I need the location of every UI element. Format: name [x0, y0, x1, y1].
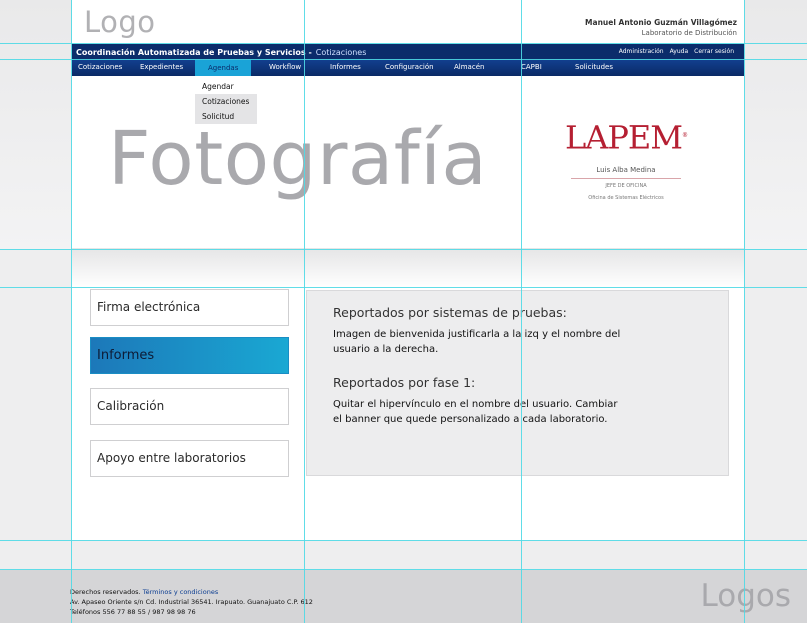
footer-address: Av. Apaseo Oriente s/n Cd. Industrial 36…: [70, 598, 313, 606]
sidebar-item-firma-electronica[interactable]: Firma electrónica: [90, 289, 289, 326]
menu-item-almacen[interactable]: Almacén: [454, 63, 484, 71]
content-panel: Reportados por sistemas de pruebas: Imag…: [306, 290, 729, 476]
app-title: Coordinación Automatizada de Pruebas y S…: [76, 47, 312, 57]
admin-link[interactable]: Administración: [619, 48, 664, 55]
menu-item-agendas[interactable]: Agendas: [195, 60, 252, 76]
menu-item-expedientes[interactable]: Expedientes: [140, 63, 183, 71]
header-shadow: [72, 248, 744, 288]
guide-line: [0, 249, 807, 250]
user-lab: Laboratorio de Distribución: [641, 29, 737, 37]
footer-logos-placeholder: Logos: [700, 578, 792, 614]
guide-line: [0, 569, 807, 570]
menu-item-cotizaciones[interactable]: Cotizaciones: [78, 63, 122, 71]
lapem-logo-text: LAPEM: [564, 118, 683, 157]
footer-phones: Teléfonos 556 77 88 55 / 987 98 98 76: [70, 608, 196, 616]
menu-item-informes[interactable]: Informes: [330, 63, 361, 71]
breadcrumb[interactable]: Cotizaciones: [316, 48, 367, 57]
business-card: LAPEM® Luis Alba Medina JEFE DE OFICINA …: [560, 118, 692, 201]
card-role: JEFE DE OFICINA: [605, 182, 647, 189]
dropdown-item-cotizaciones[interactable]: Cotizaciones: [195, 94, 257, 109]
guide-line: [521, 0, 522, 623]
guide-line: [304, 0, 305, 623]
card-name: Luis Alba Medina: [596, 165, 656, 174]
guide-line: [0, 43, 807, 44]
user-name: Manuel Antonio Guzmán Villagómez: [585, 18, 737, 27]
top-links: Administración Ayuda Cerrar sesión: [619, 48, 734, 55]
card-divider: [571, 177, 681, 179]
terms-link[interactable]: Términos y condiciones: [143, 588, 219, 596]
section1-body: Imagen de bienvenida justificarla a la i…: [333, 329, 621, 355]
lapem-logo: LAPEM®: [560, 118, 692, 156]
photo-placeholder: Fotografía: [108, 116, 488, 202]
footer-info: Derechos reservados. Términos y condicio…: [70, 587, 313, 617]
guide-line: [0, 59, 807, 60]
app-titlebar: Coordinación Automatizada de Pruebas y S…: [72, 44, 744, 60]
card-office: Oficina de Sistemas Eléctricos: [588, 194, 664, 201]
logout-link[interactable]: Cerrar sesión: [694, 48, 734, 55]
help-link[interactable]: Ayuda: [670, 48, 689, 55]
section2-body: Quitar el hipervínculo en el nombre del …: [333, 399, 618, 425]
section2-title: Reportados por fase 1:: [333, 375, 476, 390]
sidebar-item-informes[interactable]: Informes: [90, 337, 289, 374]
dropdown-item-agendar[interactable]: Agendar: [195, 79, 257, 94]
sidebar-item-calibracion[interactable]: Calibración: [90, 388, 289, 425]
logo-placeholder: Logo: [84, 5, 156, 39]
section1-title: Reportados por sistemas de pruebas:: [333, 305, 567, 320]
main-menu: Cotizaciones Expedientes Agendas Workflo…: [72, 60, 744, 76]
sidebar-item-apoyo[interactable]: Apoyo entre laboratorios: [90, 440, 289, 477]
menu-item-capbi[interactable]: CAPBI: [521, 63, 542, 71]
guide-line: [0, 287, 807, 288]
menu-item-solicitudes[interactable]: Solicitudes: [575, 63, 613, 71]
guide-line: [744, 0, 745, 623]
guide-line: [71, 0, 72, 623]
footer-rights: Derechos reservados.: [70, 588, 141, 596]
user-info: Manuel Antonio Guzmán Villagómez Laborat…: [585, 18, 737, 37]
guide-line: [0, 540, 807, 541]
menu-item-workflow[interactable]: Workflow: [269, 63, 301, 71]
menu-item-configuracion[interactable]: Configuración: [385, 63, 434, 71]
registered-mark-icon: ®: [682, 132, 688, 139]
